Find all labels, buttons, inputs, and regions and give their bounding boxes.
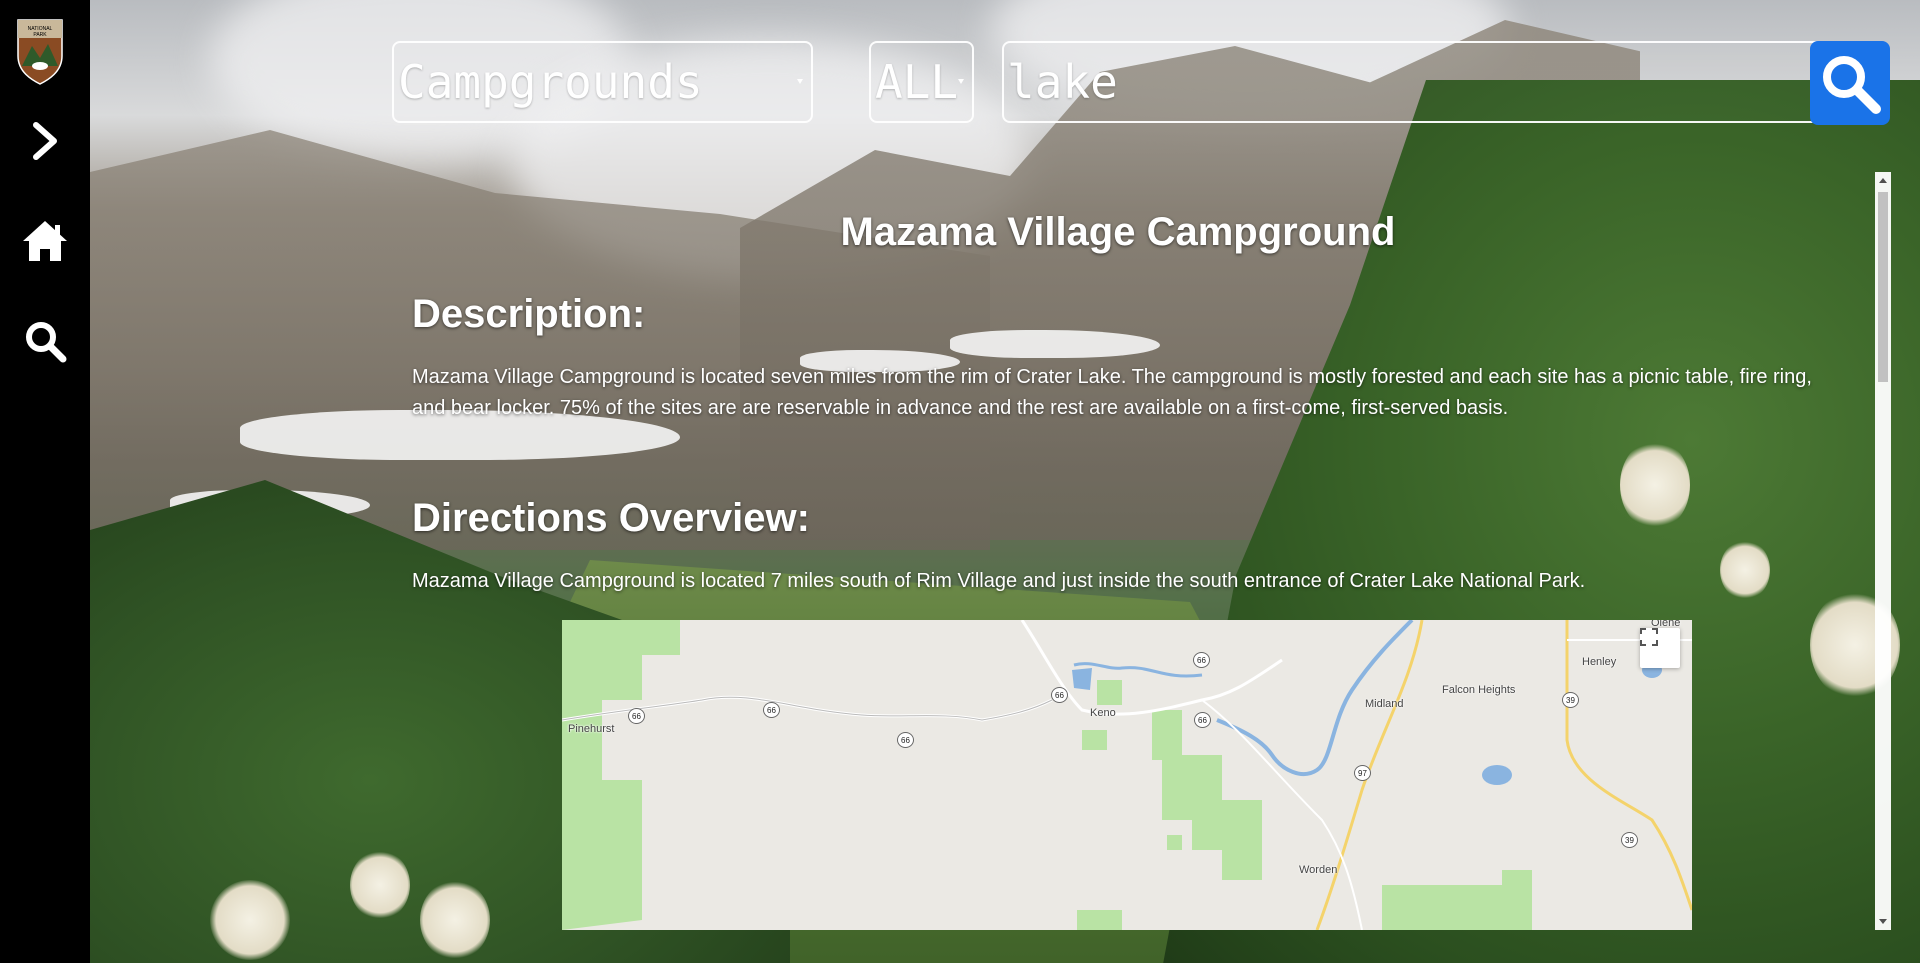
directions-heading: Directions Overview:: [412, 496, 810, 540]
chevron-right-icon: [33, 122, 57, 160]
search-input[interactable]: [1007, 55, 1830, 109]
route-shield: 66: [1051, 687, 1068, 703]
map-label-keno: Keno: [1090, 707, 1116, 719]
directions-map[interactable]: Pinehurst Keno Midland Falcon Heights He…: [562, 620, 1692, 930]
category-select[interactable]: Campgrounds: [392, 41, 813, 123]
scroll-down-icon[interactable]: [1879, 919, 1887, 924]
map-label-worden: Worden: [1299, 864, 1338, 876]
content-scrollbar[interactable]: [1875, 172, 1891, 930]
map-canvas: [562, 620, 1692, 930]
description-text: Mazama Village Campground is located sev…: [412, 366, 1812, 419]
route-shield: 97: [1354, 765, 1371, 781]
nps-logo[interactable]: NATIONAL PARK: [12, 16, 68, 86]
scroll-up-icon[interactable]: [1879, 178, 1887, 183]
map-label-pinehurst: Pinehurst: [568, 723, 615, 735]
state-select[interactable]: ALL: [869, 41, 974, 123]
description-heading: Description:: [412, 292, 646, 336]
route-shield: 66: [763, 702, 780, 718]
home-icon: [23, 221, 67, 261]
search-icon: [1823, 56, 1881, 114]
state-select-value: ALL: [875, 55, 959, 109]
route-shield: 66: [1193, 652, 1210, 668]
map-label-falcon-heights: Falcon Heights: [1442, 684, 1516, 696]
caret-down-icon: [797, 79, 803, 84]
route-shield: 66: [628, 708, 645, 724]
scrollbar-thumb[interactable]: [1878, 192, 1888, 382]
search-field[interactable]: [1002, 41, 1832, 123]
search-icon: [26, 322, 67, 363]
sidebar: NATIONAL PARK: [0, 0, 90, 963]
route-shield: 66: [1194, 712, 1211, 728]
route-shield: 39: [1562, 692, 1579, 708]
route-shield: 66: [897, 732, 914, 748]
caret-down-icon: [958, 79, 964, 84]
fullscreen-icon: [1640, 628, 1658, 646]
map-fullscreen-button[interactable]: [1640, 628, 1680, 668]
svg-text:PARK: PARK: [33, 32, 47, 38]
search-button[interactable]: [1810, 41, 1890, 125]
page-title: Mazama Village Campground: [840, 210, 1396, 254]
sidebar-item-search[interactable]: [0, 306, 90, 376]
route-shield: 39: [1621, 832, 1638, 848]
sidebar-item-home[interactable]: [0, 206, 90, 276]
map-label-midland: Midland: [1365, 698, 1404, 710]
directions-text: Mazama Village Campground is located 7 m…: [412, 570, 1586, 592]
map-label-henley: Henley: [1582, 656, 1617, 668]
sidebar-expand-button[interactable]: [0, 106, 90, 176]
category-select-value: Campgrounds: [398, 55, 703, 109]
